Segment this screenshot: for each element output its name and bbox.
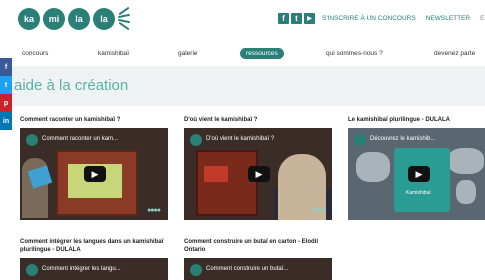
- facebook-icon[interactable]: f: [0, 58, 12, 76]
- card-label: Kamishibaï: [406, 190, 431, 196]
- youtube-icon[interactable]: ▶: [304, 13, 315, 24]
- dots-icon: ●●●●: [311, 207, 325, 214]
- video-overlay-title: D'où vient le kamishibaï ?: [206, 136, 275, 142]
- channel-avatar-icon: [26, 264, 38, 276]
- channel-avatar-icon: [190, 264, 202, 276]
- channel-avatar-icon: [354, 134, 366, 146]
- play-button-icon[interactable]: ▶: [408, 166, 430, 182]
- facebook-icon[interactable]: f: [278, 13, 289, 24]
- video-overlay-title: Découvrez le kamishib...: [370, 136, 436, 142]
- video-thumbnail[interactable]: D'où vient le kamishibaï ? ▶ ●●●●: [184, 128, 332, 220]
- video-thumbnail[interactable]: Comment intégrer les langu...: [20, 258, 168, 280]
- linkedin-icon[interactable]: in: [0, 112, 12, 130]
- kamilala-logo[interactable]: ka mi la la: [18, 6, 132, 31]
- continent-shape: [448, 148, 484, 174]
- newsletter-link[interactable]: NEWSLETTER: [426, 15, 470, 22]
- nav-item-ressources[interactable]: ressources: [240, 48, 284, 59]
- nav-item-kamishibai[interactable]: kamishibaï: [98, 50, 129, 57]
- video-overlay-title: Comment construire un butaï...: [206, 266, 289, 272]
- site-header: ka mi la la f t ▶ S'INSCRIRE À UN CONCOU…: [0, 0, 485, 42]
- nav-item-concours[interactable]: concours: [22, 50, 48, 57]
- twitter-icon[interactable]: t: [0, 76, 12, 94]
- play-button-icon[interactable]: ▶: [84, 166, 106, 182]
- nav-item-qui-sommes-nous[interactable]: qui sommes-nous ?: [326, 50, 383, 57]
- video-overlay-title: Comment raconter un kam...: [42, 136, 119, 142]
- butai-stage: [196, 150, 258, 216]
- pinterest-icon[interactable]: p: [0, 94, 12, 112]
- continent-shape: [356, 152, 390, 182]
- play-button-icon[interactable]: ▶: [248, 166, 270, 182]
- twitter-icon[interactable]: t: [291, 13, 302, 24]
- kamishibai-picture: [204, 166, 228, 182]
- top-links: S'INSCRIRE À UN CONCOURS NEWSLETTER EN: [322, 15, 485, 22]
- page-title: aide à la création: [14, 77, 129, 94]
- video-title[interactable]: Comment construire un butaï en carton - …: [184, 238, 334, 254]
- share-sidebar: f t p in: [0, 58, 12, 130]
- video-title[interactable]: Comment intégrer les langues dans un kam…: [20, 238, 170, 254]
- channel-avatar-icon: [190, 134, 202, 146]
- logo-ka: ka: [18, 8, 40, 30]
- video-overlay-title: Comment intégrer les langu...: [42, 266, 121, 272]
- social-links: f t ▶: [278, 13, 315, 24]
- channel-avatar-icon: [26, 134, 38, 146]
- logo-la-2: la: [93, 8, 115, 30]
- video-thumbnail[interactable]: Comment construire un butaï...: [184, 258, 332, 280]
- logo-la-1: la: [68, 8, 90, 30]
- continent-shape: [456, 180, 476, 204]
- video-thumbnail[interactable]: Kamishibaï Découvrez le kamishib... ▶: [348, 128, 485, 220]
- dots-icon: ●●●●: [147, 207, 161, 214]
- video-title[interactable]: Comment raconter un kamishibaï ?: [20, 116, 170, 124]
- logo-rays-icon: [117, 6, 132, 31]
- register-contest-link[interactable]: S'INSCRIRE À UN CONCOURS: [322, 15, 416, 22]
- video-title[interactable]: Le kamishibaï plurilingue - DULALA: [348, 116, 483, 124]
- nav-item-galerie[interactable]: galerie: [178, 50, 198, 57]
- main-nav: concours kamishibaï galerie ressources q…: [0, 46, 485, 62]
- nav-item-devenez-partenaire[interactable]: devenez parte: [434, 50, 475, 57]
- language-switch-en[interactable]: EN: [480, 15, 485, 22]
- video-thumbnail[interactable]: Comment raconter un kam... ▶ ●●●●: [20, 128, 168, 220]
- video-title[interactable]: D'où vient le kamishibaï ?: [184, 116, 334, 124]
- logo-mi: mi: [43, 8, 65, 30]
